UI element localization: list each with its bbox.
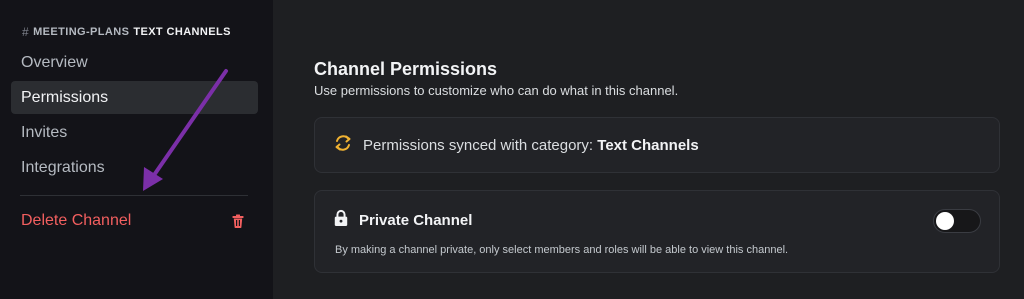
- sidebar-header: # MEETING-PLANS TEXT CHANNELS: [22, 25, 231, 39]
- sidebar-item-label: Integrations: [21, 158, 105, 176]
- annotation-arrow: [143, 69, 228, 191]
- sync-icon: [333, 133, 353, 158]
- sync-category: Text Channels: [597, 136, 699, 154]
- sidebar-divider: [20, 195, 248, 196]
- private-channel-description: By making a channel private, only select…: [335, 244, 789, 256]
- hash-icon: #: [22, 25, 30, 39]
- delete-channel-button[interactable]: Delete Channel: [11, 204, 258, 237]
- trash-icon: [230, 213, 246, 229]
- sync-status-text: Permissions synced with category: Text C…: [363, 137, 699, 154]
- sidebar-item-invites[interactable]: Invites: [11, 116, 258, 149]
- sync-status-card: Permissions synced with category: Text C…: [314, 117, 1000, 173]
- page-title: Channel Permissions: [314, 59, 498, 79]
- private-channel-toggle[interactable]: [933, 209, 981, 233]
- sidebar-item-permissions[interactable]: Permissions: [11, 81, 258, 114]
- sidebar-item-overview[interactable]: Overview: [11, 46, 258, 79]
- channel-name: MEETING-PLANS: [33, 26, 130, 38]
- sidebar-item-label: Permissions: [21, 88, 109, 106]
- sidebar-item-label: Invites: [21, 123, 68, 141]
- toggle-knob: [936, 212, 954, 230]
- private-channel-card: Private Channel By making a channel priv…: [314, 190, 1000, 273]
- private-channel-header: Private Channel: [333, 209, 472, 232]
- sidebar-item-label: Overview: [21, 53, 88, 71]
- delete-channel-label: Delete Channel: [21, 211, 132, 229]
- sidebar-item-integrations[interactable]: Integrations: [11, 151, 258, 184]
- private-channel-title: Private Channel: [359, 212, 473, 229]
- sync-prefix: Permissions synced with category:: [363, 136, 598, 154]
- main-content: Channel Permissions Use permissions to c…: [273, 0, 1024, 299]
- page-subtitle: Use permissions to customize who can do …: [314, 83, 679, 98]
- lock-icon: [333, 209, 349, 232]
- sidebar: # MEETING-PLANS TEXT CHANNELS Overview P…: [0, 0, 273, 299]
- category-name: TEXT CHANNELS: [133, 26, 231, 38]
